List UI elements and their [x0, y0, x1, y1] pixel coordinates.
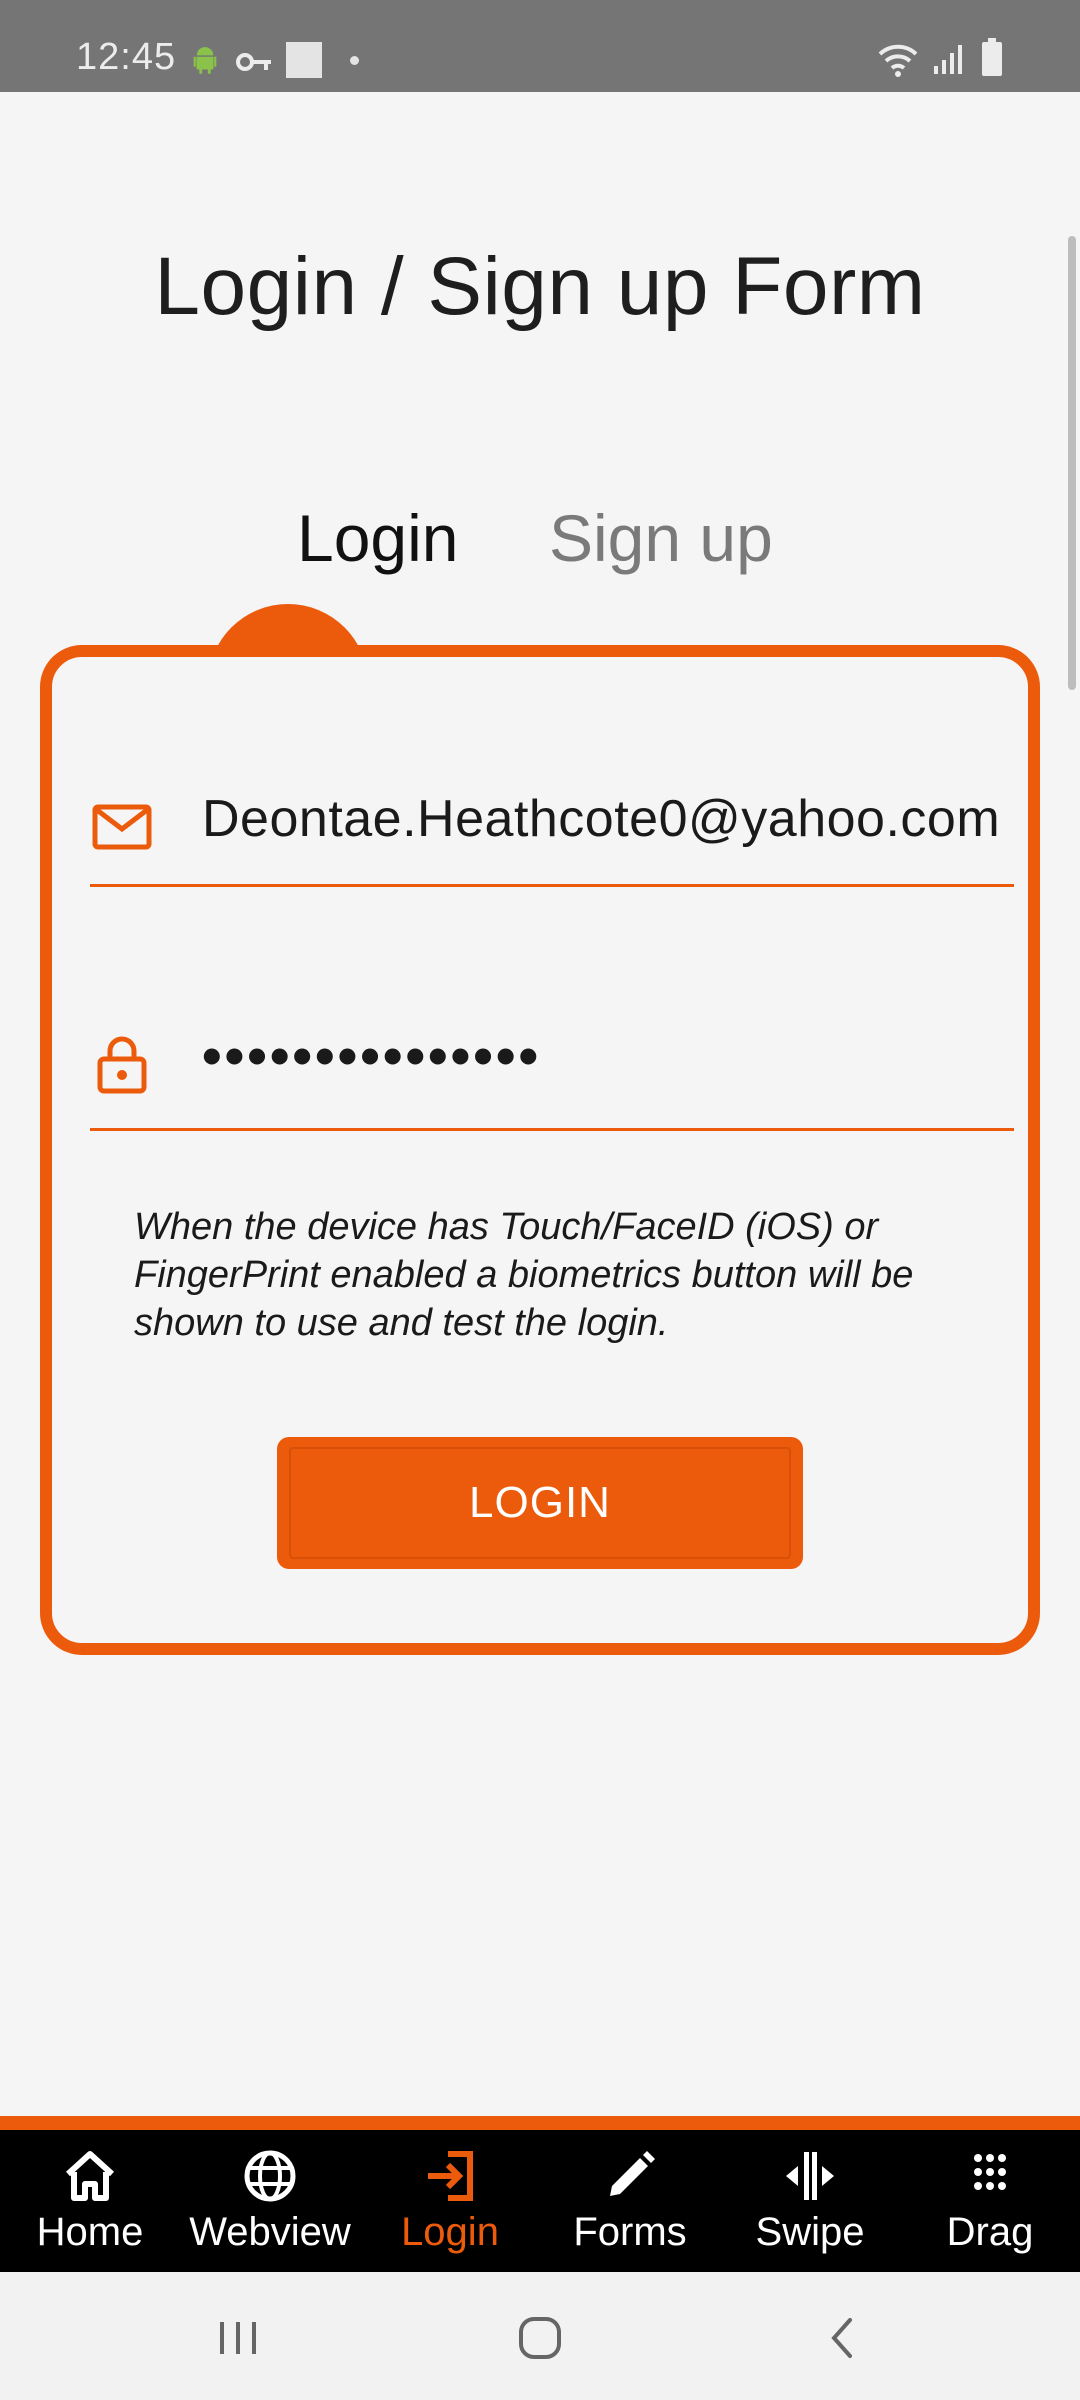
globe-icon [244, 2150, 296, 2202]
swipe-icon [786, 2152, 834, 2200]
nav-item-webview[interactable]: Webview [180, 2130, 360, 2272]
grid-dots-icon [974, 2154, 1006, 2190]
home-icon [65, 2151, 115, 2201]
nav-item-swipe[interactable]: Swipe [720, 2130, 900, 2272]
login-button[interactable]: LOGIN [277, 1437, 803, 1569]
system-navigation-bar [0, 2272, 1080, 2400]
notification-square-icon [286, 42, 322, 78]
login-form-card: Deontae.Heathcote0@yahoo.com •••••••••••… [40, 645, 1040, 1655]
nav-item-drag[interactable]: Drag [900, 2130, 1080, 2272]
biometrics-help-text: When the device has Touch/FaceID (iOS) o… [134, 1206, 914, 1344]
dot-icon [350, 56, 359, 65]
nav-label-drag: Drag [946, 2210, 1034, 2254]
nav-label-login: Login [401, 2210, 499, 2254]
status-bar: 12:45 [0, 0, 1080, 92]
tab-login[interactable]: Login [297, 500, 459, 576]
nav-label-forms: Forms [573, 2210, 687, 2254]
email-input-value[interactable]: Deontae.Heathcote0@yahoo.com [202, 789, 1000, 849]
wifi-icon [878, 44, 918, 77]
nav-item-home[interactable]: Home [0, 2130, 180, 2272]
nav-item-login[interactable]: Login [360, 2130, 540, 2272]
mail-icon [92, 804, 152, 850]
login-button-label: LOGIN [469, 1478, 611, 1527]
nav-label-home: Home [36, 2210, 144, 2254]
recent-apps-button[interactable] [208, 2308, 268, 2368]
tab-bar-accent-line [0, 2116, 1080, 2130]
email-field[interactable]: Deontae.Heathcote0@yahoo.com [90, 757, 1014, 887]
key-icon [236, 53, 271, 71]
pencil-icon [610, 2151, 655, 2196]
tab-signup[interactable]: Sign up [549, 500, 773, 576]
login-icon [428, 2151, 473, 2201]
nav-label-swipe: Swipe [755, 2210, 865, 2254]
password-field[interactable]: ••••••••••••••• [90, 1001, 1014, 1131]
battery-icon [982, 38, 1002, 76]
password-input-value[interactable]: ••••••••••••••• [202, 1023, 541, 1088]
back-button[interactable] [812, 2308, 872, 2368]
android-icon [193, 47, 217, 74]
lock-icon [97, 1036, 147, 1094]
signal-icon [934, 45, 962, 74]
status-time: 12:45 [76, 36, 177, 78]
nav-item-forms[interactable]: Forms [540, 2130, 720, 2272]
page-title: Login / Sign up Form [154, 241, 926, 332]
nav-label-webview: Webview [189, 2210, 351, 2254]
home-button[interactable] [510, 2308, 570, 2368]
bottom-tab-bar: Home Webview Login Forms Swipe Drag [0, 2130, 1080, 2272]
